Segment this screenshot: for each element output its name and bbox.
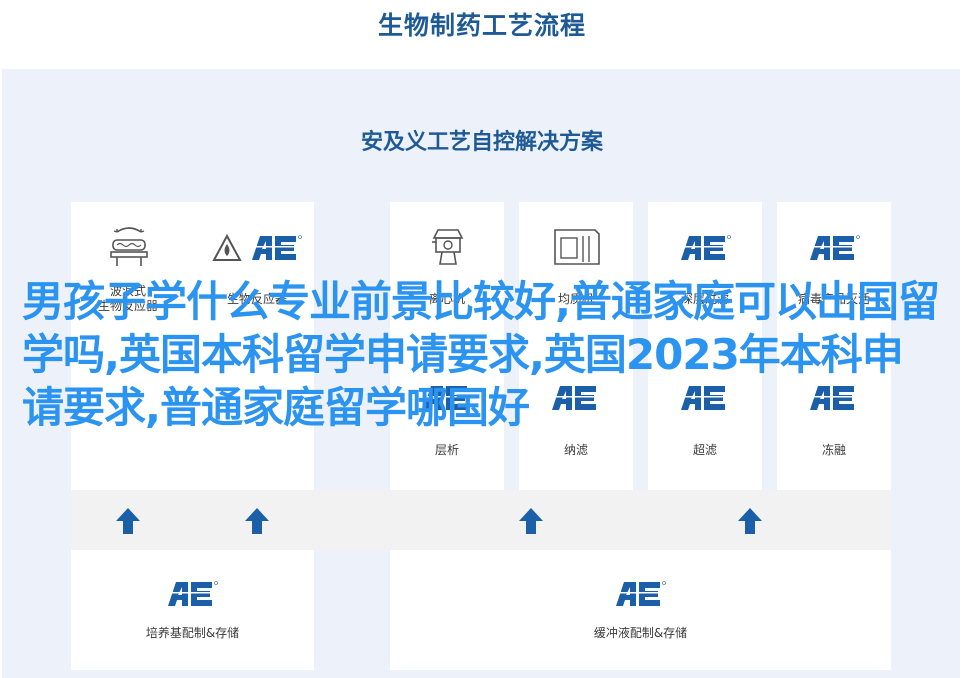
card-label: 纳滤 — [563, 443, 588, 457]
panel-title: 安及义工艺自控解决方案 — [360, 130, 603, 155]
up-arrow-icon — [245, 508, 269, 534]
wave-bioreactor-icon — [110, 227, 148, 266]
ae-logo-icon — [168, 581, 218, 606]
card-buffer-prep[interactable]: 缓冲液配制&存储 — [390, 550, 891, 670]
droplet-icon — [212, 234, 242, 261]
up-arrow-icon — [738, 508, 762, 534]
ae-logo-icon — [810, 235, 860, 260]
ae-logo-icon — [681, 235, 731, 260]
up-arrow-icon — [116, 508, 140, 534]
card-label: 缓冲液配制&存储 — [593, 626, 688, 640]
ae-logo-icon — [252, 235, 302, 260]
card-label: 超滤 — [692, 443, 717, 457]
homogenizer-icon — [554, 229, 600, 265]
page-title: 生物制药工艺流程 — [377, 11, 586, 40]
arrow-band — [71, 490, 891, 550]
centrifuge-icon — [432, 229, 464, 265]
card-label: 冻融 — [821, 443, 846, 457]
overlay-headline: 男孩子学什么专业前景比较好,普通家庭可以出国留学吗,英国本科留学申请要求,英国2… — [22, 277, 940, 432]
card-label: 培养基配制&存储 — [145, 626, 240, 640]
up-arrow-icon — [519, 508, 543, 534]
card-media-prep[interactable]: 培养基配制&存储 — [71, 550, 314, 670]
ae-logo-icon — [616, 581, 666, 606]
card-label: 层析 — [434, 443, 459, 457]
